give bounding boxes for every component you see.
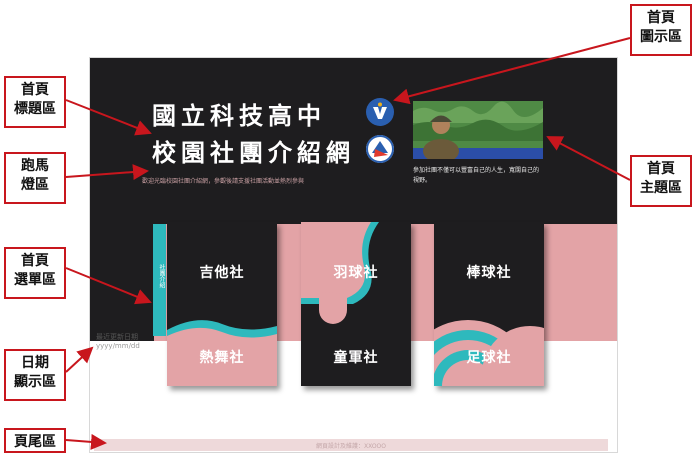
homepage-mockup: 國立科技高中 校園社團介紹網 歡迎光臨校園社團介紹網，參觀後請支援社團活動並熱烈… bbox=[89, 57, 618, 453]
club-name-dance[interactable]: 熱舞社 bbox=[167, 347, 277, 367]
last-updated-date: yyyy/mm/dd bbox=[96, 342, 140, 350]
footer-text: 網頁設計及維護：XXOOO bbox=[315, 443, 386, 450]
callout-footer-area: 頁尾區 bbox=[4, 428, 66, 453]
club-name-scout[interactable]: 童軍社 bbox=[301, 347, 411, 367]
callout-text: 顯示區 bbox=[14, 374, 56, 390]
callout-text: 標題區 bbox=[14, 101, 56, 117]
callout-text: 選單區 bbox=[14, 272, 56, 288]
last-updated-label: 最近更新日期 bbox=[96, 333, 138, 341]
callout-marquee-area: 跑馬 燈區 bbox=[4, 152, 66, 204]
callout-text: 圖示區 bbox=[640, 29, 682, 45]
club-name-badminton[interactable]: 羽球社 bbox=[301, 262, 411, 282]
site-title-line2: 校園社團介紹網 bbox=[152, 139, 355, 167]
marquee-text: 歡迎光臨校園社團介紹網，參觀後請支援社團活動並熱烈參與 bbox=[142, 178, 305, 185]
callout-date-area: 日期 顯示區 bbox=[4, 349, 66, 401]
callout-title-area: 首頁 標題區 bbox=[4, 76, 66, 128]
footer: 網頁設計及維護：XXOOO bbox=[94, 439, 608, 451]
club-card-3[interactable]: 棒球社 足球社 bbox=[434, 222, 544, 386]
callout-text: 主題區 bbox=[640, 180, 682, 196]
callout-text: 日期 bbox=[21, 355, 49, 371]
department-logo-icon[interactable] bbox=[366, 135, 394, 163]
menu-tab[interactable]: 社團介紹 bbox=[153, 224, 166, 336]
callout-theme-area: 首頁 主題區 bbox=[630, 155, 692, 207]
callout-text: 首頁 bbox=[647, 10, 675, 26]
callout-text: 頁尾區 bbox=[14, 434, 56, 450]
club-name-guitar[interactable]: 吉他社 bbox=[167, 262, 277, 282]
menu-tab-label: 社團介紹 bbox=[158, 264, 165, 288]
callout-menu-area: 首頁 選單區 bbox=[4, 247, 66, 299]
callout-text: 跑馬 bbox=[21, 158, 49, 174]
callout-text: 首頁 bbox=[21, 82, 49, 98]
callout-text: 首頁 bbox=[647, 161, 675, 177]
club-name-baseball[interactable]: 棒球社 bbox=[434, 262, 544, 282]
callout-text: 首頁 bbox=[21, 253, 49, 269]
callout-text: 燈區 bbox=[21, 177, 49, 193]
theme-photo bbox=[413, 101, 543, 159]
school-logo-icon[interactable] bbox=[366, 98, 394, 126]
club-card-2[interactable]: 羽球社 童軍社 bbox=[301, 222, 411, 386]
club-card-1[interactable]: 吉他社 熱舞社 bbox=[167, 222, 277, 386]
club-name-football[interactable]: 足球社 bbox=[434, 347, 544, 367]
theme-description: 參加社團不僅可以豐富自己的人生，寬闊自己的視野。 bbox=[413, 167, 540, 184]
site-title-line1: 國立科技高中 bbox=[152, 102, 326, 130]
callout-icon-area: 首頁 圖示區 bbox=[630, 4, 692, 56]
